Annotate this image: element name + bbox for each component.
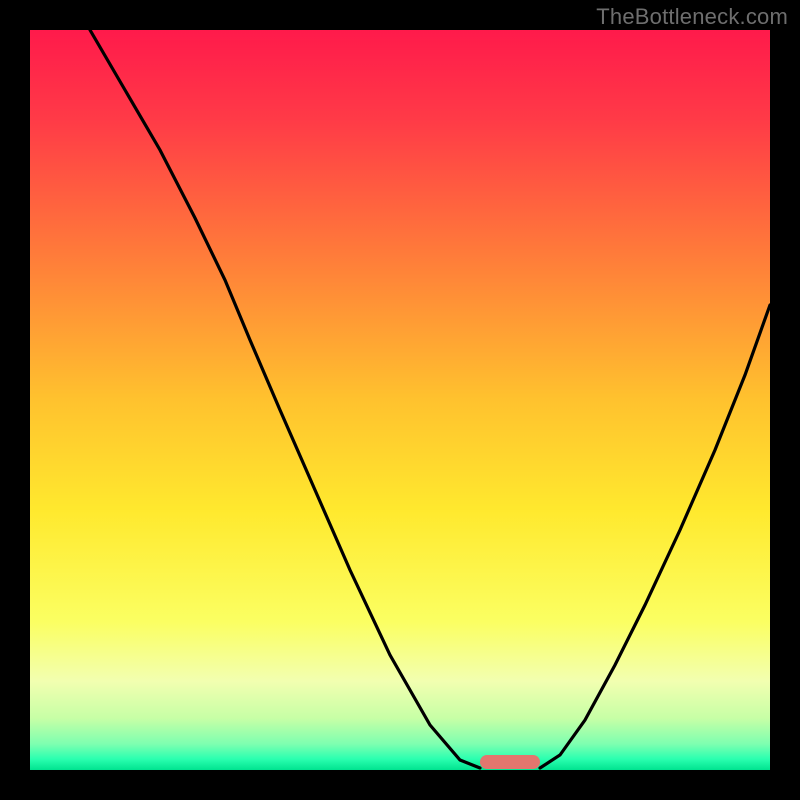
watermark-text: TheBottleneck.com	[596, 4, 788, 30]
bottleneck-curve	[30, 30, 770, 770]
plot-area	[30, 30, 770, 770]
optimum-marker	[480, 755, 540, 769]
